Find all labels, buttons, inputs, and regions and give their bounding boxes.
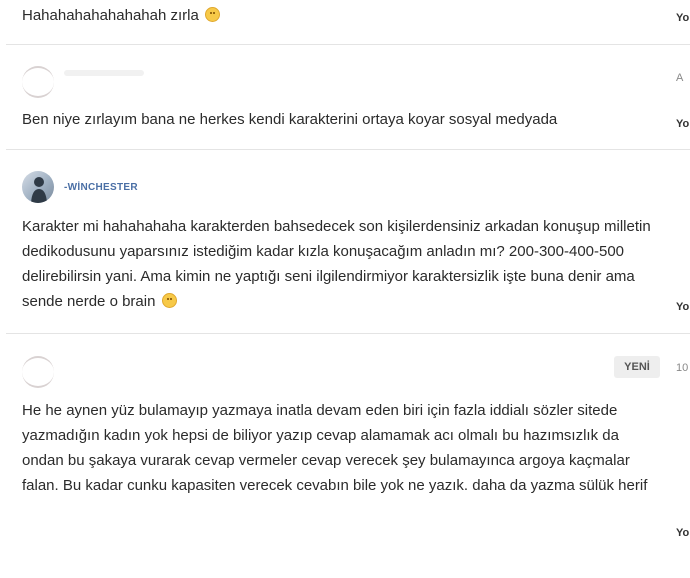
comment-1-text-block: Hahahahahahahahah zırla xyxy=(22,3,662,28)
comment-4-side-number: 10 xyxy=(676,362,689,374)
comment-3-text-block: Karakter mi hahahahaha karakterden bahse… xyxy=(22,214,662,314)
comment-divider xyxy=(6,333,690,334)
comment-3-side-label[interactable]: Yo xyxy=(676,301,689,313)
avatar[interactable] xyxy=(22,356,54,388)
comment-divider xyxy=(6,149,690,150)
avatar[interactable] xyxy=(22,171,54,203)
comment-4-side-label[interactable]: Yo xyxy=(676,527,689,539)
username[interactable]: -WİNCHESTER xyxy=(64,182,138,193)
comment-1-text: Hahahahahahahahah zırla xyxy=(22,7,199,24)
comment-4-text: He he aynen yüz bulamayıp yazmaya inatla… xyxy=(22,402,648,494)
username-placeholder xyxy=(64,70,144,76)
grin-emoji-icon xyxy=(161,293,177,308)
person-silhouette-icon xyxy=(31,177,47,203)
comment-2-side-mark: A xyxy=(676,72,684,84)
comment-1-side-label[interactable]: Yo xyxy=(676,12,689,24)
comment-3-text: Karakter mi hahahahaha karakterden bahse… xyxy=(22,218,651,310)
grin-emoji-icon xyxy=(205,7,220,22)
comment-2-text: Ben niye zırlayım bana ne herkes kendi k… xyxy=(22,111,558,128)
comment-2-side-label[interactable]: Yo xyxy=(676,118,689,130)
new-badge: YENİ xyxy=(614,356,660,378)
avatar[interactable] xyxy=(22,66,54,98)
comment-divider xyxy=(6,44,690,45)
